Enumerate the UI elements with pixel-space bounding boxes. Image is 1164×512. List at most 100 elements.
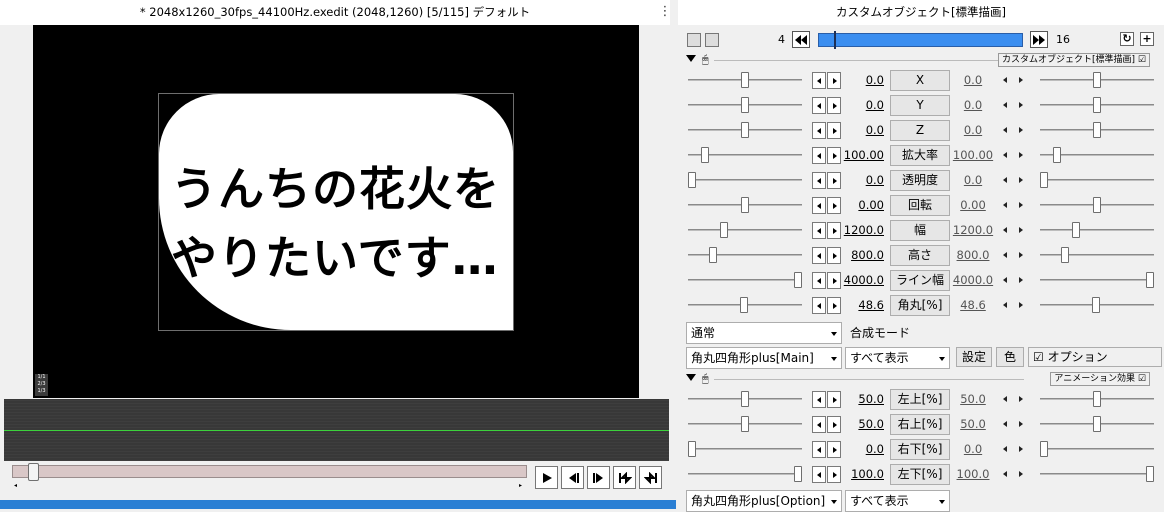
arrow-left-icon[interactable] [1003, 177, 1007, 183]
decrement-button[interactable] [812, 297, 826, 314]
start-slider-track[interactable] [688, 179, 802, 181]
end-slider-track[interactable] [1040, 473, 1154, 475]
seek-thumb[interactable] [28, 463, 39, 481]
decrement-button[interactable] [812, 122, 826, 139]
rewind-button[interactable] [792, 31, 810, 48]
start-slider-thumb[interactable] [741, 391, 749, 407]
start-slider-track[interactable] [688, 448, 802, 450]
start-slider-thumb[interactable] [740, 297, 748, 313]
arrow-right-icon[interactable] [1019, 102, 1023, 108]
start-slider-track[interactable] [688, 473, 802, 475]
param-button[interactable]: Z [890, 120, 950, 141]
param-button[interactable]: ライン幅 [890, 270, 950, 291]
arrow-right-icon[interactable] [1019, 277, 1023, 283]
go-end-button[interactable] [639, 466, 662, 489]
end-slider-thumb[interactable] [1093, 97, 1101, 113]
start-value[interactable]: 800.0 [832, 248, 884, 262]
section-tag[interactable]: アニメーション効果 ☑ [1050, 372, 1150, 386]
param-button[interactable]: 右上[%] [890, 414, 950, 435]
end-slider-track[interactable] [1040, 448, 1154, 450]
end-slider-thumb[interactable] [1093, 391, 1101, 407]
param-button[interactable]: 透明度 [890, 170, 950, 191]
param-button[interactable]: Y [890, 95, 950, 116]
arrow-left-icon[interactable] [1003, 102, 1007, 108]
collapse-arrow-icon[interactable] [686, 374, 696, 381]
script-select[interactable]: 角丸四角形plus[Main] [686, 347, 842, 369]
play-button[interactable] [535, 466, 558, 489]
start-slider-track[interactable] [688, 229, 802, 231]
decrement-button[interactable] [812, 197, 826, 214]
end-slider-thumb[interactable] [1093, 122, 1101, 138]
arrow-right-icon[interactable] [1019, 421, 1023, 427]
end-value[interactable]: 0.00 [944, 198, 1002, 212]
start-value[interactable]: 100.00 [832, 148, 884, 162]
camera-icon[interactable] [687, 33, 701, 47]
next-frame-button[interactable] [587, 466, 610, 489]
end-slider-track[interactable] [1040, 179, 1154, 181]
param-button[interactable]: 右下[%] [890, 439, 950, 460]
start-slider-thumb[interactable] [701, 147, 709, 163]
start-value[interactable]: 1200.0 [832, 223, 884, 237]
collapse-arrow-icon[interactable] [686, 55, 696, 62]
start-value[interactable]: 0.0 [832, 173, 884, 187]
start-value[interactable]: 0.0 [832, 442, 884, 456]
end-slider-thumb[interactable] [1093, 416, 1101, 432]
color-button[interactable]: 色 [996, 347, 1024, 367]
seek-bar[interactable] [12, 465, 527, 478]
more-vertical-icon[interactable]: ⋮ [658, 3, 672, 21]
start-value[interactable]: 0.0 [832, 123, 884, 137]
arrow-left-icon[interactable] [1003, 202, 1007, 208]
decrement-button[interactable] [812, 147, 826, 164]
param-button[interactable]: 高さ [890, 245, 950, 266]
start-slider-thumb[interactable] [741, 97, 749, 113]
end-slider-thumb[interactable] [1053, 147, 1061, 163]
prev-frame-button[interactable] [561, 466, 584, 489]
end-value[interactable]: 0.0 [944, 173, 1002, 187]
start-slider-thumb[interactable] [741, 197, 749, 213]
start-slider-thumb[interactable] [794, 272, 802, 288]
arrow-right-icon[interactable] [1019, 227, 1023, 233]
end-value[interactable]: 800.0 [944, 248, 1002, 262]
arrow-left-icon[interactable] [1003, 152, 1007, 158]
arrow-right-icon[interactable] [1019, 396, 1023, 402]
arrow-left-icon[interactable] [1003, 127, 1007, 133]
start-slider-thumb[interactable] [688, 441, 696, 457]
end-slider-thumb[interactable] [1093, 197, 1101, 213]
end-value[interactable]: 0.0 [944, 98, 1002, 112]
arrow-right-icon[interactable] [1019, 302, 1023, 308]
end-value[interactable]: 0.0 [944, 73, 1002, 87]
fast-forward-button[interactable] [1030, 31, 1048, 48]
arrow-right-icon[interactable] [1019, 77, 1023, 83]
start-value[interactable]: 50.0 [832, 392, 884, 406]
arrow-right-icon[interactable] [1019, 202, 1023, 208]
end-slider-thumb[interactable] [1061, 247, 1069, 263]
end-value[interactable]: 50.0 [944, 417, 1002, 431]
end-value[interactable]: 4000.0 [944, 273, 1002, 287]
end-slider-thumb[interactable] [1146, 466, 1154, 482]
end-slider-thumb[interactable] [1072, 222, 1080, 238]
arrow-right-icon[interactable] [1019, 252, 1023, 258]
go-start-button[interactable] [613, 466, 636, 489]
display-select[interactable]: すべて表示 [845, 347, 950, 369]
end-value[interactable]: 0.0 [944, 123, 1002, 137]
end-slider-track[interactable] [1040, 254, 1154, 256]
end-slider-track[interactable] [1040, 229, 1154, 231]
start-slider-thumb[interactable] [688, 172, 696, 188]
end-slider-thumb[interactable] [1146, 272, 1154, 288]
param-button[interactable]: 角丸[%] [890, 295, 950, 316]
decrement-button[interactable] [812, 272, 826, 289]
arrow-left-icon[interactable] [1003, 277, 1007, 283]
param-button[interactable]: 左上[%] [890, 389, 950, 410]
decrement-button[interactable] [812, 466, 826, 483]
start-value[interactable]: 48.6 [832, 298, 884, 312]
start-slider-track[interactable] [688, 254, 802, 256]
start-slider-thumb[interactable] [741, 72, 749, 88]
add-icon[interactable]: + [1140, 32, 1154, 46]
arrow-left-icon[interactable] [1003, 77, 1007, 83]
end-value[interactable]: 50.0 [944, 392, 1002, 406]
end-slider-thumb[interactable] [1040, 172, 1048, 188]
decrement-button[interactable] [812, 222, 826, 239]
arrow-right-icon[interactable] [1019, 446, 1023, 452]
decrement-button[interactable] [812, 441, 826, 458]
start-slider-thumb[interactable] [794, 466, 802, 482]
